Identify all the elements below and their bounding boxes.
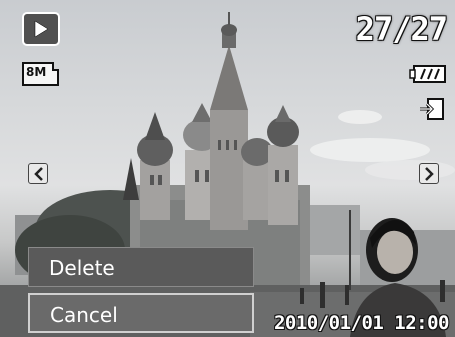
delete-menu: Delete Cancel xyxy=(28,247,254,337)
protect-icon xyxy=(420,98,444,120)
previous-image-button[interactable] xyxy=(28,163,48,184)
date-time-stamp: 2010/01/01 12:00 xyxy=(273,312,450,334)
time-label: 12:00 xyxy=(394,312,449,334)
resolution-8m-icon: 8M xyxy=(22,62,59,86)
cancel-menu-item[interactable]: Cancel xyxy=(28,293,254,333)
delete-menu-item[interactable]: Delete xyxy=(28,247,254,287)
date-label: 2010/01/01 xyxy=(273,312,384,334)
resolution-label: 8M xyxy=(26,65,46,79)
next-image-button[interactable] xyxy=(419,163,439,184)
chevron-left-icon xyxy=(34,167,43,181)
chevron-right-icon xyxy=(425,167,434,181)
battery-full-icon xyxy=(409,65,446,83)
camera-playback-screen: 27/27 8M Delete Cancel 2010/01/01 12:00 xyxy=(0,0,455,337)
play-mode-icon[interactable] xyxy=(22,12,60,46)
image-counter: 27/27 xyxy=(355,10,448,48)
